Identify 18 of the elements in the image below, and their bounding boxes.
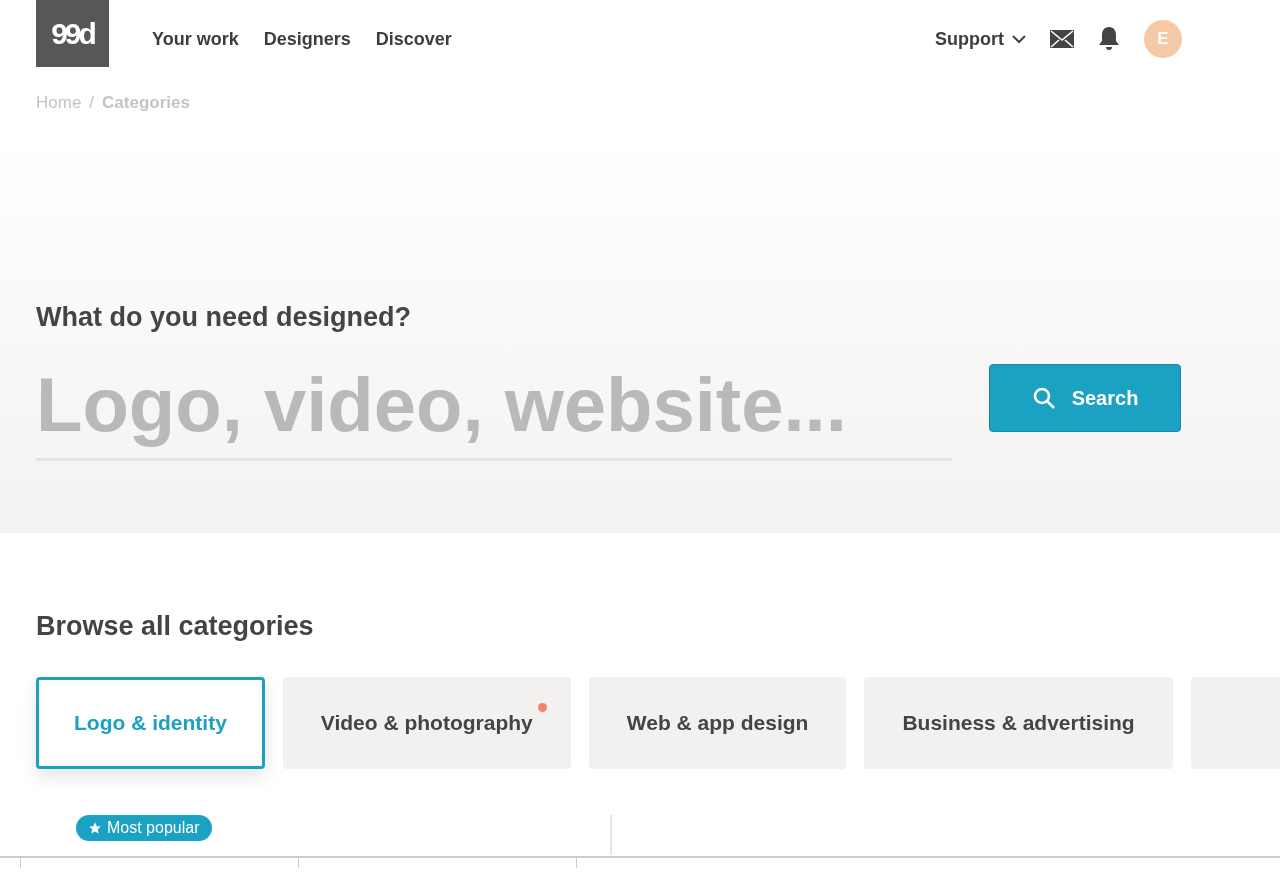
search-field[interactable]: Logo, video, website... [36, 361, 952, 461]
nav-link[interactable]: Designers [263, 28, 351, 50]
hero-title: What do you need designed? [36, 302, 412, 333]
logo[interactable]: 99d [36, 0, 109, 67]
nav-link[interactable]: Discover [375, 28, 452, 50]
chevron-down-icon [1012, 34, 1026, 44]
search-icon [1031, 386, 1056, 410]
support-menu[interactable]: Support [935, 28, 1026, 50]
breadcrumb-separator: / [89, 93, 95, 114]
star-icon [88, 821, 102, 835]
mail-icon[interactable] [1050, 30, 1074, 48]
bell-icon[interactable] [1098, 26, 1120, 52]
nav-link[interactable]: Your work [152, 28, 239, 50]
most-popular-badge: Most popular [76, 815, 212, 841]
section-title: Browse all categories [36, 611, 315, 642]
category-tab[interactable]: Business & advertising [864, 677, 1173, 769]
category-tab[interactable]: Video & photography [282, 677, 571, 769]
category-tab[interactable]: Web & app design [588, 677, 847, 769]
